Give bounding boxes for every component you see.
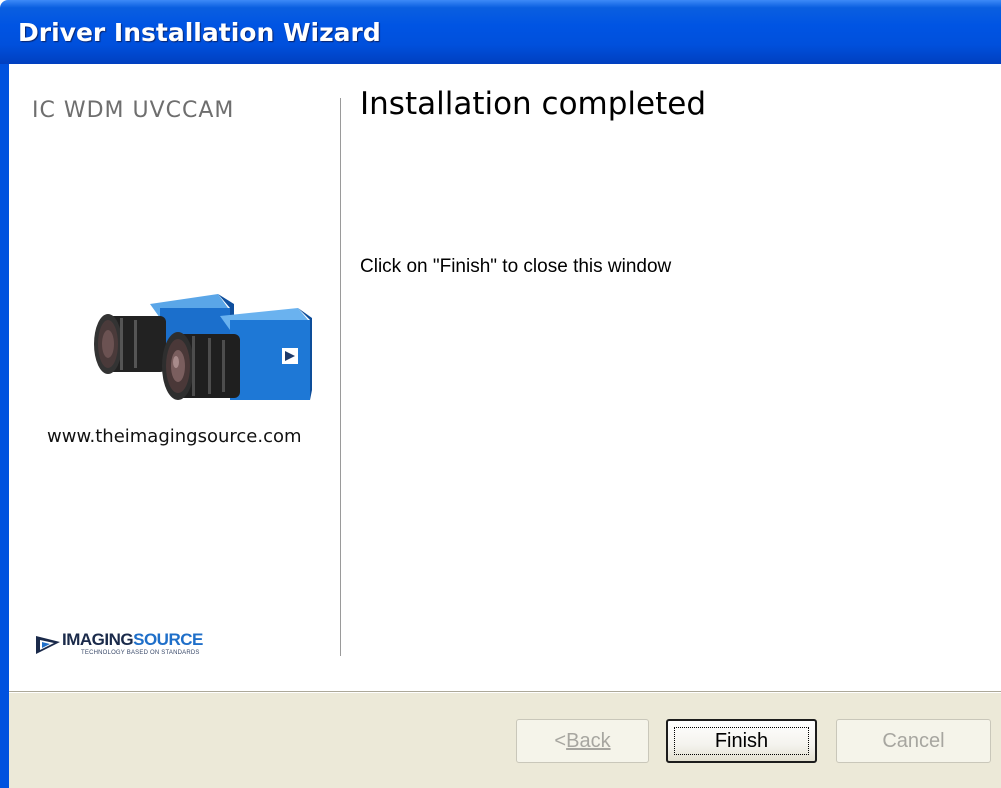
instruction-text: Click on "Finish" to close this window [360, 256, 672, 277]
title-bar[interactable]: Driver Installation Wizard [0, 0, 1001, 64]
logo-mark-icon [36, 636, 60, 654]
window-frame [0, 64, 9, 788]
the-imaging-source-logo: IMAGINGSOURCE TECHNOLOGY BASED ON STANDA… [34, 628, 234, 662]
back-button[interactable]: < Back [516, 719, 649, 763]
website-link: www.theimagingsource.com [47, 426, 302, 447]
page-title: Installation completed [360, 86, 707, 122]
button-bar: < Back Finish Cancel [9, 691, 1001, 788]
product-name: IC WDM UVCCAM [32, 98, 235, 123]
logo-wordmark: IMAGINGSOURCE [62, 630, 203, 649]
camera-product-image [94, 294, 312, 400]
panel-divider [340, 98, 341, 656]
wizard-window: Driver Installation Wizard IC WDM UVCCAM [0, 0, 1001, 788]
window-title: Driver Installation Wizard [18, 18, 381, 47]
finish-button[interactable]: Finish [666, 719, 817, 763]
logo-tagline: TECHNOLOGY BASED ON STANDARDS [81, 650, 200, 656]
cancel-button[interactable]: Cancel [836, 719, 991, 763]
